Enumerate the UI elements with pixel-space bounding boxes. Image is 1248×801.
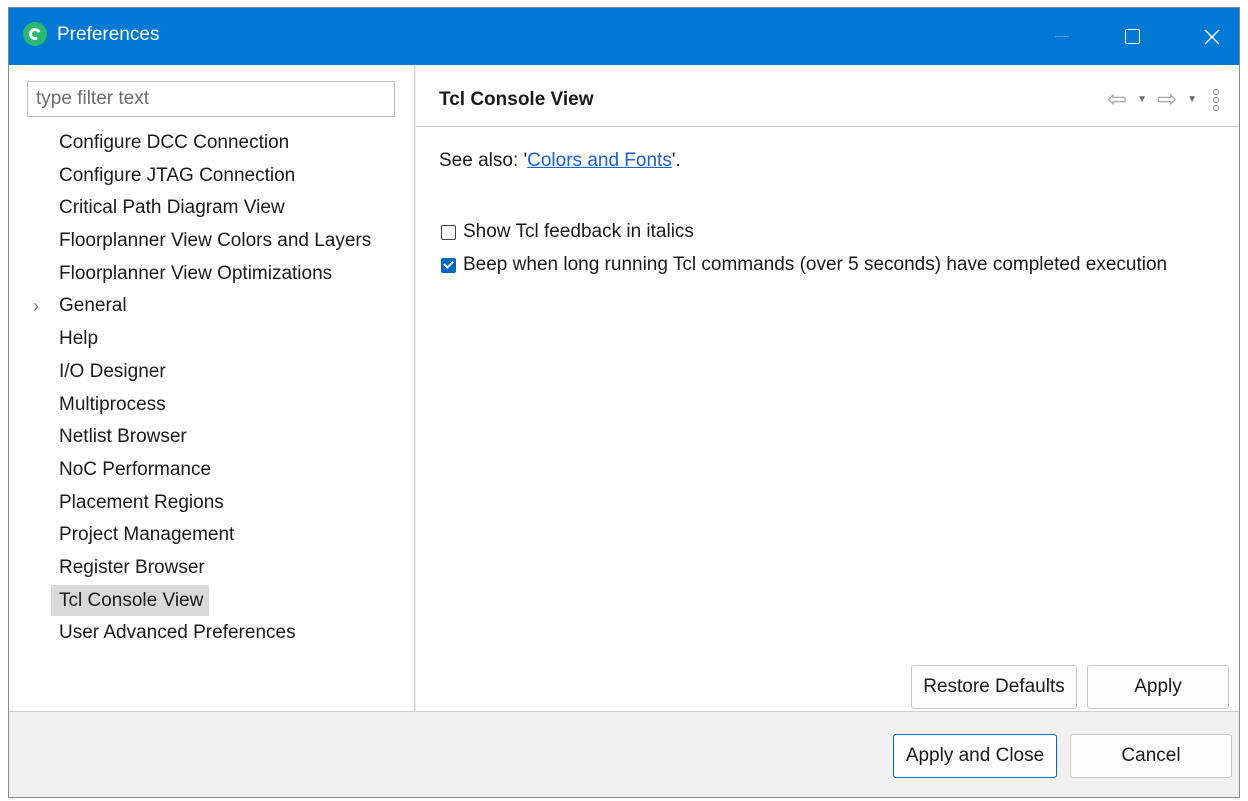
tree-item[interactable]: Tcl Console View <box>9 584 415 618</box>
tree-item[interactable]: Placement Regions <box>9 487 415 520</box>
tree-item[interactable]: User Advanced Preferences <box>9 617 415 650</box>
back-dropdown-icon[interactable]: ▼ <box>1137 94 1147 105</box>
tree-item[interactable]: Multiprocess <box>9 389 415 422</box>
tree-item-label: User Advanced Preferences <box>59 622 296 644</box>
see-also-text: See also: 'Colors and Fonts'. <box>439 150 681 172</box>
back-arrow-icon[interactable]: ⇦ <box>1107 85 1127 114</box>
title-bar: Preferences <box>9 8 1239 65</box>
tree-item[interactable]: NoC Performance <box>9 454 415 487</box>
view-menu-icon[interactable] <box>1213 88 1219 111</box>
tree-item[interactable]: Critical Path Diagram View <box>9 192 415 225</box>
beep-checkbox[interactable] <box>441 257 456 273</box>
tree-item[interactable]: › General <box>9 290 415 323</box>
beep-option[interactable]: Beep when long running Tcl commands (ove… <box>441 254 1167 276</box>
tree-item[interactable]: Help <box>9 323 415 356</box>
cancel-button[interactable]: Cancel <box>1070 734 1232 778</box>
apply-button[interactable]: Apply <box>1087 665 1229 709</box>
maximize-icon <box>1124 29 1140 44</box>
window-title: Preferences <box>57 24 160 45</box>
preferences-tree-pane: Configure DCC Connection Configure JTAG C… <box>9 65 415 711</box>
tree-item-label: Netlist Browser <box>59 426 187 448</box>
tree-item-label: NoC Performance <box>59 458 212 480</box>
tree-item-label: Multiprocess <box>59 393 166 415</box>
restore-defaults-button[interactable]: Restore Defaults <box>911 665 1077 709</box>
page-title: Tcl Console View <box>439 89 594 110</box>
italics-option[interactable]: Show Tcl feedback in italics <box>441 221 694 243</box>
tree-item[interactable]: Configure JTAG Connection <box>9 160 415 193</box>
tree-item-label: Floorplanner View Colors and Layers <box>59 230 372 252</box>
see-also-suffix: '. <box>671 150 681 171</box>
tree-item-label: Project Management <box>59 524 235 546</box>
colors-and-fonts-link[interactable]: Colors and Fonts <box>527 150 672 171</box>
tree-item[interactable]: Project Management <box>9 519 415 552</box>
tree-item-label: Configure DCC Connection <box>59 132 290 153</box>
tree-item-label: Placement Regions <box>59 491 224 513</box>
close-icon <box>1204 29 1220 44</box>
italics-checkbox[interactable] <box>441 224 456 240</box>
see-also-prefix: See also: ' <box>439 150 528 171</box>
tree-item[interactable]: Netlist Browser <box>9 421 415 454</box>
tree-item[interactable]: I/O Designer <box>9 356 415 389</box>
tree-item[interactable]: Floorplanner View Colors and Layers <box>9 225 415 258</box>
tree-item-label: Configure JTAG Connection <box>59 164 296 186</box>
expand-chevron-icon[interactable]: › <box>33 290 39 322</box>
preference-page: Tcl Console View ⇦ ▼ ⇨ ▼ See also: 'Colo… <box>416 65 1239 711</box>
preferences-dialog: Preferences Configure DCC ConnectionConf… <box>8 7 1240 798</box>
page-header: Tcl Console View ⇦ ▼ ⇨ ▼ <box>416 65 1239 127</box>
tree-item-label: Register Browser <box>59 556 205 578</box>
apply-and-close-button[interactable]: Apply and Close <box>893 734 1057 778</box>
page-nav-toolbar: ⇦ ▼ ⇨ ▼ <box>1107 85 1219 114</box>
tree-item-label: General <box>59 295 127 317</box>
beep-option-label: Beep when long running Tcl commands (ove… <box>463 254 1168 275</box>
italics-option-label: Show Tcl feedback in italics <box>463 221 694 242</box>
forward-dropdown-icon[interactable]: ▼ <box>1187 94 1197 105</box>
tree-item-label: Floorplanner View Optimizations <box>59 262 333 284</box>
filter-input[interactable] <box>27 81 395 117</box>
tree-item-label: Tcl Console View <box>51 584 210 616</box>
tree-item-label: Critical Path Diagram View <box>59 197 285 219</box>
tree-item[interactable]: Configure DCC Connection <box>9 127 415 160</box>
minimize-button[interactable] <box>1039 8 1085 65</box>
maximize-button[interactable] <box>1109 8 1155 65</box>
dialog-button-bar: Apply and Close Cancel <box>9 711 1239 797</box>
tree-item-label: I/O Designer <box>59 360 166 382</box>
preferences-tree: Configure DCC Connection Configure JTAG C… <box>9 127 415 650</box>
forward-arrow-icon[interactable]: ⇨ <box>1157 85 1177 114</box>
tree-item-label: Help <box>59 328 99 350</box>
app-icon <box>23 22 47 46</box>
tree-item[interactable]: Register Browser <box>9 552 415 585</box>
tree-item[interactable]: Floorplanner View Optimizations <box>9 258 415 291</box>
close-button[interactable] <box>1189 8 1235 65</box>
minimize-icon <box>1055 36 1069 37</box>
